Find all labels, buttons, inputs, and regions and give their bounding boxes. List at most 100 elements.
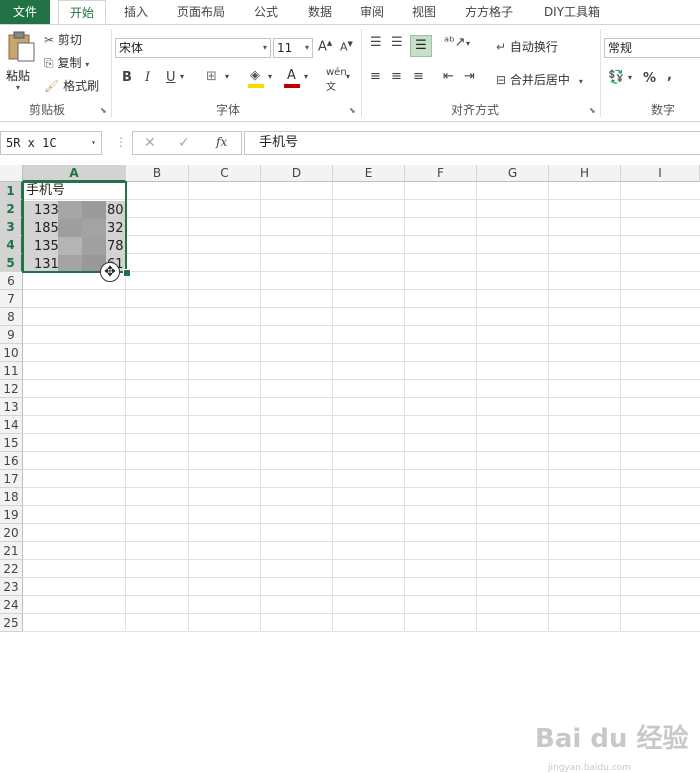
column-header-e[interactable]: E [333,165,405,182]
gridline-column [548,182,549,630]
watermark-logo: Bai du 经验 [535,724,689,754]
align-left-icon[interactable]: ≡ [370,69,381,84]
row-header-24[interactable]: 24 [0,596,23,614]
tab-insert[interactable]: 插入 [114,0,158,24]
dialog-launcher-icon[interactable]: ⬊ [589,106,596,115]
row-header-2[interactable]: 2 [0,200,23,218]
row-header-3[interactable]: 3 [0,218,23,236]
tab-page-layout[interactable]: 页面布局 [168,0,234,24]
comma-button[interactable]: , [667,68,672,83]
insert-function-button[interactable]: fx [216,135,227,149]
tab-diy-toolbox[interactable]: DIY工具箱 [534,0,610,24]
increase-indent-icon[interactable]: ⇥ [464,69,475,84]
merge-icon: ⊟ [496,73,507,87]
tab-home[interactable]: 开始 [58,0,106,24]
merge-center-button[interactable]: ⊟ 合并后居中 ▾ [496,71,583,88]
chevron-down-icon[interactable]: ▾ [346,72,350,81]
dialog-launcher-icon[interactable]: ⬊ [349,106,356,115]
align-right-icon[interactable]: ≡ [413,69,424,84]
dialog-launcher-icon[interactable]: ⬊ [100,106,107,115]
chevron-down-icon[interactable]: ▾ [268,72,272,81]
cancel-icon[interactable]: ✕ [144,135,156,151]
row-header-4[interactable]: 4 [0,236,23,254]
gridline-column [620,182,621,630]
chevron-down-icon[interactable]: ▾ [180,72,184,81]
tab-view[interactable]: 视图 [402,0,446,24]
border-icon[interactable]: ⊞ [206,69,217,84]
format-painter-button[interactable]: 🖌 格式刷 [44,77,99,94]
row-header-23[interactable]: 23 [0,578,23,596]
tab-review[interactable]: 审阅 [350,0,394,24]
increase-font-icon[interactable]: A▲ [318,39,332,54]
align-top-icon[interactable]: ☰ [370,35,382,50]
align-center-icon[interactable]: ≡ [391,69,402,84]
formula-input[interactable]: 手机号 [244,131,700,155]
row-header-5[interactable]: 5 [0,254,23,272]
column-header-f[interactable]: F [405,165,477,182]
font-color-icon[interactable]: A [284,68,302,88]
row-header-12[interactable]: 12 [0,380,23,398]
column-header-a[interactable]: A [23,165,126,182]
row-header-17[interactable]: 17 [0,470,23,488]
column-header-d[interactable]: D [261,165,333,182]
align-middle-icon[interactable]: ☰ [391,35,403,50]
chevron-down-icon[interactable]: ▾ [304,72,308,81]
underline-button[interactable]: U [166,70,176,85]
column-header-g[interactable]: G [477,165,549,182]
row-header-21[interactable]: 21 [0,542,23,560]
column-header-i[interactable]: I [621,165,700,182]
decrease-indent-icon[interactable]: ⇤ [443,69,454,84]
wrap-text-button[interactable]: ↵ 自动换行 [496,38,558,55]
currency-icon[interactable]: 💱 [608,70,624,85]
name-box[interactable]: 5R x 1C ▾ [0,131,102,155]
row-header-25[interactable]: 25 [0,614,23,632]
row-header-9[interactable]: 9 [0,326,23,344]
row-header-22[interactable]: 22 [0,560,23,578]
tab-formulas[interactable]: 公式 [244,0,288,24]
phonetic-icon[interactable]: wén 文 [326,67,347,93]
row-header-20[interactable]: 20 [0,524,23,542]
font-size-combo[interactable]: 11 ▾ [273,38,313,58]
tab-data[interactable]: 数据 [298,0,342,24]
select-all-corner[interactable] [0,165,23,182]
column-header-c[interactable]: C [189,165,261,182]
row-header-8[interactable]: 8 [0,308,23,326]
decrease-font-icon[interactable]: A▼ [340,40,353,54]
paste-button[interactable]: 粘贴 ▾ [4,31,36,92]
row-header-7[interactable]: 7 [0,290,23,308]
column-header-h[interactable]: H [549,165,621,182]
row-header-18[interactable]: 18 [0,488,23,506]
percent-button[interactable]: % [643,71,656,86]
row-header-13[interactable]: 13 [0,398,23,416]
italic-button[interactable]: I [145,70,150,85]
fill-handle[interactable] [123,269,131,277]
copy-button[interactable]: ⎘ 复制 ▾ [44,54,89,71]
cut-button[interactable]: ✂ 剪切 [44,31,82,48]
chevron-down-icon[interactable]: ▾ [466,39,470,48]
bold-button[interactable]: B [122,70,132,85]
align-bottom-icon[interactable]: ☰ [410,35,432,57]
row-header-11[interactable]: 11 [0,362,23,380]
font-group-label: 字体 [215,103,240,117]
chevron-down-icon: ▾ [91,138,96,147]
row-header-10[interactable]: 10 [0,344,23,362]
orientation-icon[interactable]: ᵃᵇ↗ [444,35,466,50]
column-header-b[interactable]: B [126,165,189,182]
tab-fangfang[interactable]: 方方格子 [456,0,522,24]
chevron-down-icon[interactable]: ▾ [628,73,632,82]
tab-file[interactable]: 文件 [0,0,50,24]
row-header-1[interactable]: 1 [0,182,23,200]
font-name-combo[interactable]: 宋体 ▾ [115,38,271,58]
font-name-value: 宋体 [119,41,144,55]
row-header-6[interactable]: 6 [0,272,23,290]
fill-color-icon[interactable]: ◈ [248,68,266,88]
chevron-down-icon[interactable]: ▾ [225,72,229,81]
number-format-combo[interactable]: 常规 [604,38,700,58]
worksheet-grid[interactable]: ABCDEFGHI 1 2 3 4 5 6 7 8 9 10 11 12 13 14 15 16 17 18 19 2… [0,165,700,773]
row-header-15[interactable]: 15 [0,434,23,452]
row-header-16[interactable]: 16 [0,452,23,470]
row-header-19[interactable]: 19 [0,506,23,524]
more-options-icon[interactable]: ⋮ [115,135,127,149]
row-header-14[interactable]: 14 [0,416,23,434]
enter-icon[interactable]: ✓ [178,135,190,151]
